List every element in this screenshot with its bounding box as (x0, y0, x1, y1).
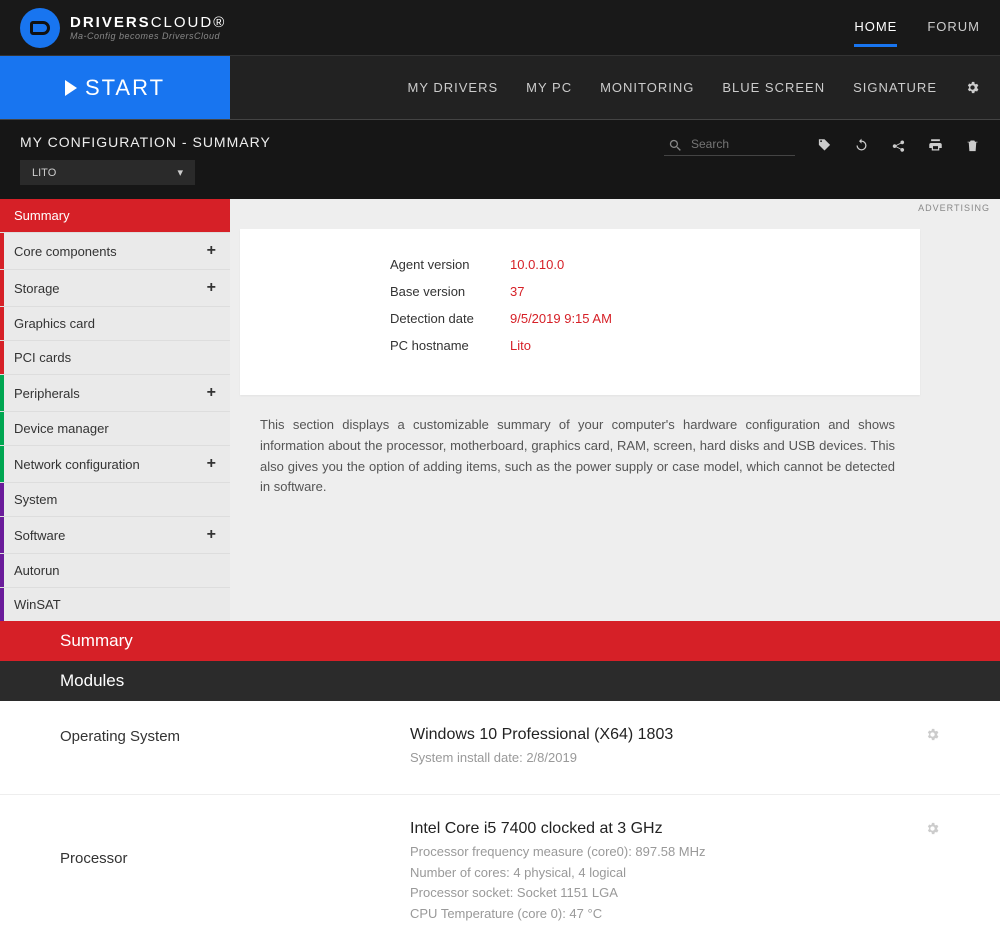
top-header: DRIVERSCLOUD® Ma-Config becomes DriversC… (0, 0, 1000, 55)
search-icon (668, 136, 683, 153)
top-nav: HOME FORUM (854, 9, 980, 47)
expand-icon[interactable]: + (207, 526, 216, 544)
nav-my-pc[interactable]: MY PC (526, 80, 572, 95)
brand-logo[interactable]: DRIVERSCLOUD® Ma-Config becomes DriversC… (20, 8, 226, 48)
sidebar-item-network-config[interactable]: Network configuration+ (0, 445, 230, 482)
cpu-socket: Processor socket: Socket 1151 LGA (410, 883, 925, 904)
nav-home[interactable]: HOME (854, 9, 897, 47)
title-bar: MY CONFIGURATION - SUMMARY LITO ▾ (0, 120, 1000, 199)
share-icon[interactable] (891, 137, 906, 154)
trash-icon[interactable] (965, 137, 980, 154)
sidebar-item-graphics-card[interactable]: Graphics card (0, 306, 230, 340)
nav-my-drivers[interactable]: MY DRIVERS (407, 80, 498, 95)
sidebar-item-winsat[interactable]: WinSAT (0, 587, 230, 621)
base-version-value: 37 (510, 284, 524, 299)
sidebar-item-software[interactable]: Software+ (0, 516, 230, 553)
search-box[interactable] (664, 134, 795, 156)
hostname-value: Lito (510, 338, 531, 353)
sidebar: Summary Core components+ Storage+ Graphi… (0, 199, 230, 621)
expand-icon[interactable]: + (207, 279, 216, 297)
sidebar-item-core-components[interactable]: Core components+ (0, 232, 230, 269)
os-gear-icon[interactable] (925, 726, 940, 744)
base-version-label: Base version (390, 284, 510, 299)
sidebar-item-system[interactable]: System (0, 482, 230, 516)
expand-icon[interactable]: + (207, 242, 216, 260)
cpu-temp: CPU Temperature (core 0): 47 °C (410, 904, 925, 925)
module-cpu: Processor Intel Core i5 7400 clocked at … (0, 795, 1000, 950)
main-area: Summary Core components+ Storage+ Graphi… (0, 199, 1000, 621)
sidebar-item-storage[interactable]: Storage+ (0, 269, 230, 306)
page-title: MY CONFIGURATION - SUMMARY (20, 134, 271, 150)
sidebar-item-peripherals[interactable]: Peripherals+ (0, 374, 230, 411)
description-text: This section displays a customizable sum… (230, 405, 1000, 528)
detection-date-value: 9/5/2019 9:15 AM (510, 311, 612, 326)
sidebar-item-summary[interactable]: Summary (0, 199, 230, 232)
os-title: Windows 10 Professional (X64) 1803 (410, 726, 925, 744)
agent-version-label: Agent version (390, 257, 510, 272)
expand-icon[interactable]: + (207, 455, 216, 473)
secondary-nav: START MY DRIVERS MY PC MONITORING BLUE S… (0, 55, 1000, 120)
nav-blue-screen[interactable]: BLUE SCREEN (722, 80, 825, 95)
cpu-cores: Number of cores: 4 physical, 4 logical (410, 863, 925, 884)
nav-monitoring[interactable]: MONITORING (600, 80, 694, 95)
os-label: Operating System (60, 726, 410, 745)
settings-icon[interactable] (965, 79, 980, 97)
hostname-label: PC hostname (390, 338, 510, 353)
start-button[interactable]: START (0, 56, 230, 119)
content-area: ADVERTISING Agent version10.0.10.0 Base … (230, 199, 1000, 621)
info-panel: Agent version10.0.10.0 Base version37 De… (240, 229, 920, 395)
sidebar-item-autorun[interactable]: Autorun (0, 553, 230, 587)
detection-date-label: Detection date (390, 311, 510, 326)
logo-icon (20, 8, 60, 48)
sidebar-item-device-manager[interactable]: Device manager (0, 411, 230, 445)
chevron-down-icon: ▾ (177, 166, 183, 179)
os-install-date: System install date: 2/8/2019 (410, 748, 925, 769)
ad-label: ADVERTISING (918, 203, 990, 213)
config-dropdown[interactable]: LITO ▾ (20, 160, 195, 185)
tag-icon[interactable] (817, 137, 832, 154)
brand-text: DRIVERSCLOUD® (70, 14, 226, 31)
nav-forum[interactable]: FORUM (927, 9, 980, 47)
agent-version-value: 10.0.10.0 (510, 257, 564, 272)
play-icon (65, 80, 77, 96)
refresh-icon[interactable] (854, 137, 869, 154)
expand-icon[interactable]: + (207, 384, 216, 402)
search-input[interactable] (691, 137, 791, 151)
brand-tagline: Ma-Config becomes DriversCloud (70, 31, 226, 41)
section-modules-header: Modules (0, 661, 1000, 701)
section-summary-header: Summary (0, 621, 1000, 661)
nav-signature[interactable]: SIGNATURE (853, 80, 937, 95)
cpu-freq: Processor frequency measure (core0): 897… (410, 842, 925, 863)
print-icon[interactable] (928, 137, 943, 154)
sidebar-item-pci-cards[interactable]: PCI cards (0, 340, 230, 374)
cpu-label: Processor (60, 820, 410, 867)
module-os: Operating System Windows 10 Professional… (0, 701, 1000, 795)
cpu-title: Intel Core i5 7400 clocked at 3 GHz (410, 820, 925, 838)
cpu-gear-icon[interactable] (925, 820, 940, 838)
